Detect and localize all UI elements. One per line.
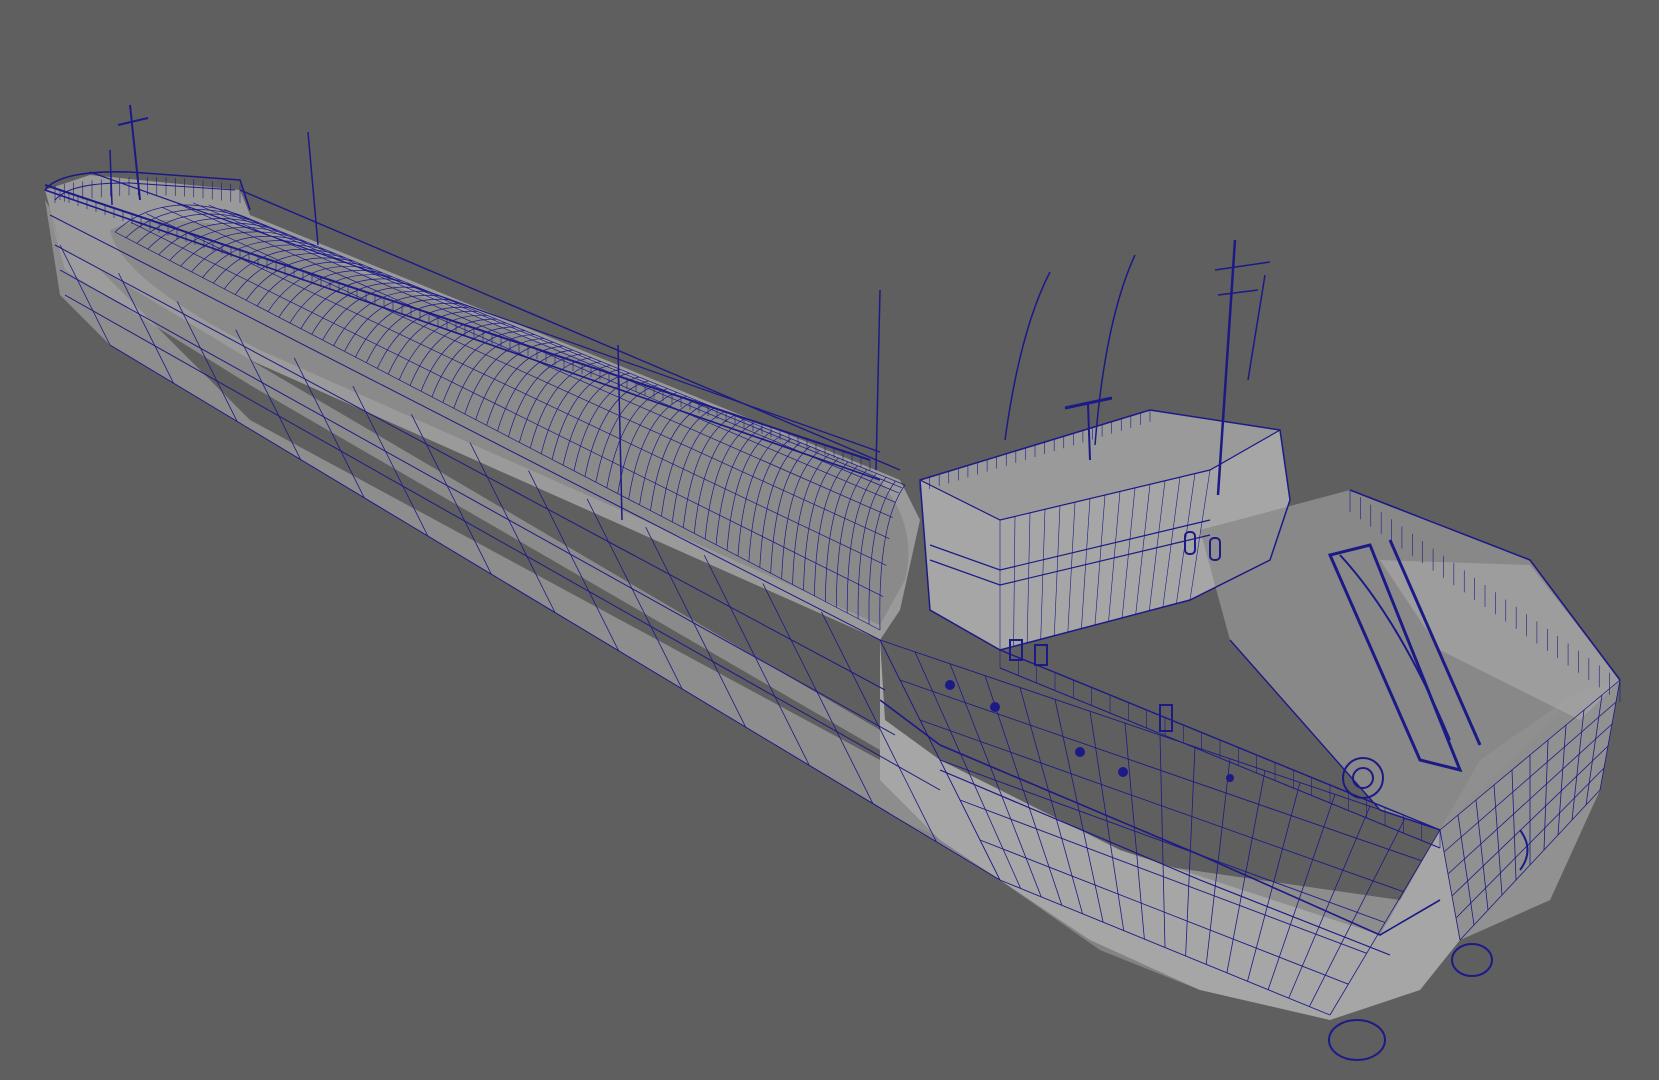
3d-viewport[interactable] — [0, 0, 1659, 1080]
ship-model-wireframe[interactable] — [0, 0, 1659, 1080]
mesh-edge — [130, 221, 884, 597]
mesh-edge — [146, 213, 887, 566]
portholes — [945, 680, 1234, 782]
